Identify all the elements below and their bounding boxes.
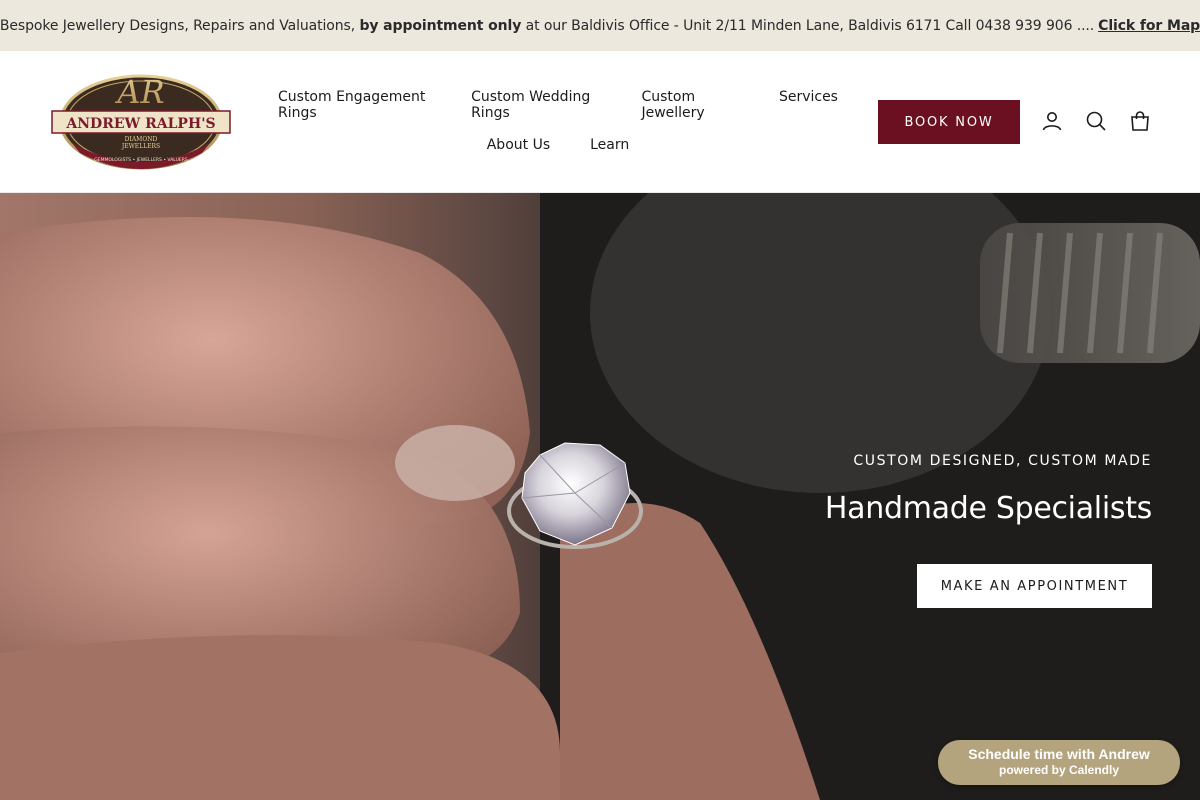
announcement-text: Bespoke Jewellery Designs, Repairs and V… [0, 17, 356, 34]
calendly-widget[interactable]: Schedule time with Andrew powered by Cal… [938, 740, 1180, 785]
book-now-button[interactable]: BOOK NOW [878, 100, 1020, 144]
nav-custom-engagement-rings[interactable]: Custom Engagement Rings [258, 89, 451, 121]
nav-custom-jewellery[interactable]: Custom Jewellery [621, 89, 758, 121]
hero-title: Handmade Specialists [824, 491, 1152, 526]
nav-custom-wedding-rings[interactable]: Custom Wedding Rings [451, 89, 621, 121]
logo-name: ANDREW RALPH'S [65, 116, 215, 132]
logo-tagline: GEMMOLOGISTS • JEWELLERS • VALUERS [94, 157, 188, 163]
cart-icon[interactable] [1128, 109, 1152, 133]
nav-about-us[interactable]: About Us [467, 137, 570, 153]
site-header: AR ANDREW RALPH'S DIAMOND JEWELLERS GEMM… [0, 51, 1200, 193]
search-icon[interactable] [1084, 109, 1108, 133]
announcement-bold: by appointment only [359, 17, 522, 34]
nav-row-2: About Us Learn [258, 137, 858, 153]
logo-line3: JEWELLERS [121, 143, 160, 150]
map-link[interactable]: Click for Map [1098, 18, 1200, 34]
calendly-title: Schedule time with Andrew [968, 746, 1150, 762]
hero-banner: CUSTOM DESIGNED, CUSTOM MADE Handmade Sp… [0, 193, 1200, 800]
announcement-bar: Bespoke Jewellery Designs, Repairs and V… [0, 0, 1200, 51]
nav-row-1: Custom Engagement Rings Custom Wedding R… [258, 89, 858, 121]
hero-eyebrow: CUSTOM DESIGNED, CUSTOM MADE [853, 453, 1152, 469]
nav-learn[interactable]: Learn [570, 137, 649, 153]
account-icon[interactable] [1040, 109, 1064, 133]
nav-services[interactable]: Services [759, 89, 858, 121]
brand-logo[interactable]: AR ANDREW RALPH'S DIAMOND JEWELLERS GEMM… [50, 73, 232, 171]
logo-line2: DIAMOND [125, 136, 158, 143]
announcement-address: at our Baldivis Office - Unit 2/11 Minde… [525, 17, 1095, 34]
make-appointment-button[interactable]: MAKE AN APPOINTMENT [917, 564, 1152, 608]
svg-text:AR: AR [114, 73, 164, 111]
main-nav: Custom Engagement Rings Custom Wedding R… [258, 89, 858, 153]
calendly-subtitle: powered by Calendly [998, 763, 1120, 777]
